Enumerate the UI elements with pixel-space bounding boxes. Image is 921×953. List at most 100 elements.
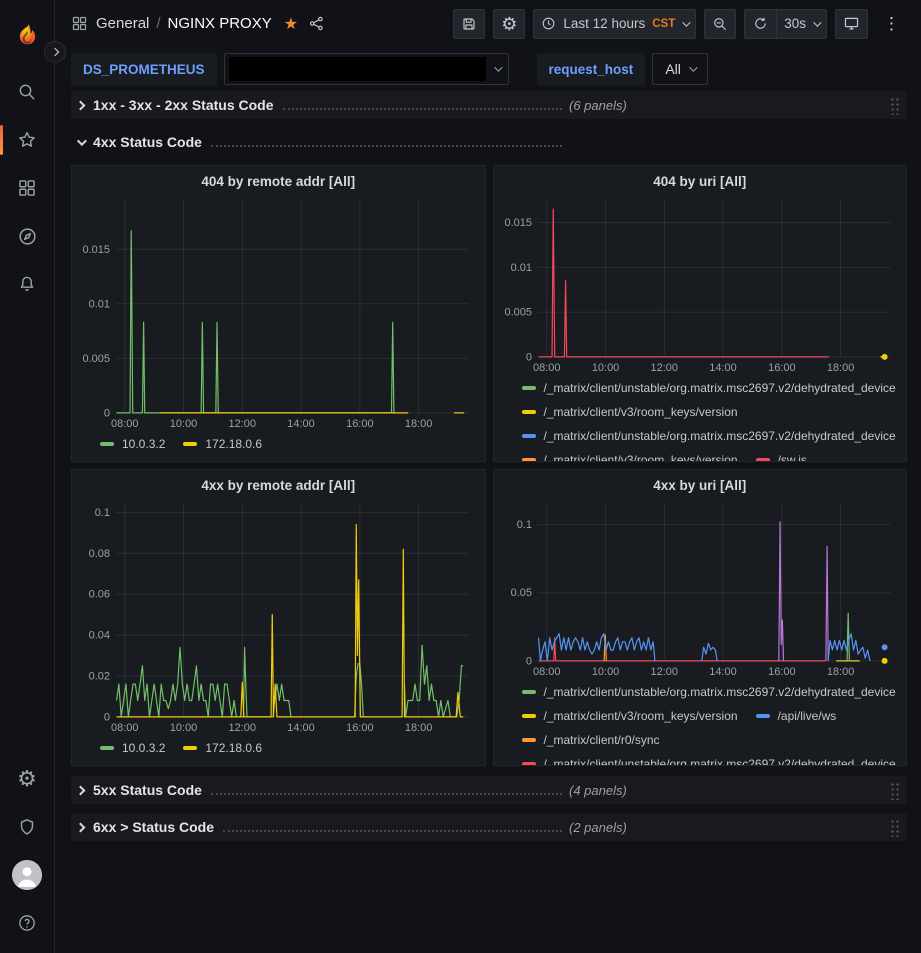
dashboard-settings-button[interactable]: ⚙ [493, 9, 525, 39]
sidebar-item-server-admin[interactable] [7, 807, 47, 847]
chevron-right-icon [76, 785, 86, 795]
legend-swatch-orange [522, 738, 536, 742]
save-dashboard-button[interactable] [453, 9, 485, 39]
legend-item[interactable]: /api/live/ws [756, 704, 837, 728]
time-range-picker[interactable]: Last 12 hours CST [533, 9, 696, 39]
refresh-button[interactable] [744, 9, 776, 39]
sidebar-item-search[interactable] [7, 72, 47, 112]
panel-title[interactable]: 404 by uri [All] [502, 174, 899, 194]
variables-bar: DS_PROMETHEUS request_host All [71, 47, 907, 91]
request-host-variable-dropdown[interactable]: All [652, 53, 708, 85]
dashboard-row-6xx[interactable]: 6xx > Status Code (2 panels) [71, 813, 907, 841]
panel-legend: 10.0.3.2 172.18.0.6 [80, 430, 477, 461]
refresh-interval-label: 30s [784, 16, 806, 31]
dashboard-row-1xx-3xx-2xx[interactable]: 1xx - 3xx - 2xx Status Code (6 panels) [71, 91, 907, 119]
svg-text:10:00: 10:00 [170, 722, 197, 734]
legend-item[interactable]: /sw.js [756, 448, 807, 461]
svg-text:12:00: 12:00 [650, 362, 677, 374]
legend-item[interactable]: 10.0.3.2 [100, 432, 165, 456]
chevron-down-icon [77, 136, 87, 146]
dashboard-row-4xx[interactable]: 4xx Status Code [71, 128, 907, 156]
timeseries-chart[interactable]: 08:0010:0012:0014:0016:0018:0000.050.1 [502, 498, 899, 678]
svg-text:08:00: 08:00 [111, 418, 138, 430]
legend-item[interactable]: /_matrix/client/unstable/org.matrix.msc2… [522, 680, 896, 704]
timeseries-chart[interactable]: 08:0010:0012:0014:0016:0018:0000.0050.01… [502, 194, 899, 374]
sidebar-item-help[interactable] [7, 903, 47, 943]
legend-item[interactable]: /_matrix/client/v3/room_keys/version [522, 704, 738, 728]
grafana-logo-icon [13, 20, 41, 48]
monitor-icon [843, 15, 860, 32]
legend-item[interactable]: 172.18.0.6 [183, 432, 262, 456]
favorite-star-icon[interactable]: ★ [284, 14, 298, 34]
svg-text:14:00: 14:00 [287, 722, 314, 734]
legend-swatch-red [522, 762, 536, 765]
legend-item[interactable]: 10.0.3.2 [100, 736, 165, 760]
legend-label: 172.18.0.6 [205, 741, 262, 755]
legend-item[interactable]: /_matrix/client/r0/sync [522, 728, 660, 752]
sidebar-expand-button[interactable] [44, 41, 66, 63]
legend-label: 10.0.3.2 [122, 437, 165, 451]
row-drag-handle[interactable] [890, 818, 899, 837]
sidebar: ⚙ [0, 0, 55, 953]
dotted-leader [283, 108, 562, 110]
row-panel-count: (2 panels) [569, 820, 627, 835]
svg-text:10:00: 10:00 [170, 418, 197, 430]
panel-title[interactable]: 4xx by uri [All] [502, 478, 899, 498]
row-left: 1xx - 3xx - 2xx Status Code [77, 97, 569, 113]
legend-label: /sw.js [778, 453, 807, 461]
panel-title[interactable]: 4xx by remote addr [All] [80, 478, 477, 498]
chevron-right-icon [76, 822, 86, 832]
refresh-icon [753, 16, 768, 31]
svg-text:0: 0 [104, 711, 110, 723]
row-left: 4xx Status Code [77, 134, 569, 150]
tv-mode-button[interactable] [835, 9, 868, 39]
zoom-out-button[interactable] [704, 9, 736, 39]
sidebar-item-alerting[interactable] [7, 264, 47, 304]
grafana-logo[interactable] [7, 14, 47, 54]
zoom-out-icon [712, 16, 728, 32]
svg-text:0.06: 0.06 [89, 589, 110, 601]
legend-swatch-blue [522, 434, 536, 438]
chevron-down-icon [682, 18, 690, 26]
timeseries-chart[interactable]: 08:0010:0012:0014:0016:0018:0000.020.040… [80, 498, 477, 734]
sidebar-item-profile[interactable] [7, 855, 47, 895]
legend-item[interactable]: /_matrix/client/unstable/org.matrix.msc2… [522, 424, 896, 448]
legend-item[interactable]: /_matrix/client/v3/room_keys/version [522, 448, 738, 461]
svg-text:0.05: 0.05 [510, 587, 531, 599]
svg-text:0.1: 0.1 [95, 507, 110, 519]
svg-text:12:00: 12:00 [229, 722, 256, 734]
breadcrumb-section[interactable]: General [96, 15, 149, 32]
share-icon[interactable] [308, 15, 325, 32]
svg-text:0.1: 0.1 [516, 519, 531, 531]
legend-item[interactable]: /_matrix/client/unstable/org.matrix.msc2… [522, 376, 896, 400]
legend-swatch-yellow [522, 714, 536, 718]
sidebar-item-dashboards[interactable] [7, 168, 47, 208]
legend-label: /_matrix/client/unstable/org.matrix.msc2… [544, 381, 896, 395]
datasource-variable-dropdown[interactable] [224, 53, 509, 85]
toolbar-right: ⚙ Last 12 hours CST [453, 9, 907, 39]
request-host-variable-label: request_host [537, 53, 646, 85]
legend-label: /_matrix/client/unstable/org.matrix.msc2… [544, 685, 896, 699]
legend-item[interactable]: 172.18.0.6 [183, 736, 262, 760]
refresh-interval-dropdown[interactable]: 30s [776, 9, 827, 39]
redacted-value [229, 57, 486, 81]
dashboard-title[interactable]: NGINX PROXY [168, 15, 272, 32]
sidebar-item-settings[interactable]: ⚙ [7, 759, 47, 799]
legend-swatch-green [100, 746, 114, 750]
sidebar-item-explore[interactable] [7, 216, 47, 256]
legend-item[interactable]: /_matrix/client/v3/room_keys/version [522, 400, 738, 424]
panel-legend: 10.0.3.2 172.18.0.6 [80, 734, 477, 765]
more-options-kebab[interactable]: ⋮ [876, 9, 907, 39]
svg-text:0.01: 0.01 [89, 298, 110, 310]
row-title: 1xx - 3xx - 2xx Status Code [93, 97, 274, 113]
panel-title[interactable]: 404 by remote addr [All] [80, 174, 477, 194]
legend-item[interactable]: /_matrix/client/unstable/org.matrix.msc2… [522, 752, 896, 765]
panel-404-by-remote-addr: 404 by remote addr [All] 08:0010:0012:00… [71, 165, 486, 462]
timeseries-chart[interactable]: 08:0010:0012:0014:0016:0018:0000.0050.01… [80, 194, 477, 430]
row-drag-handle[interactable] [890, 781, 899, 800]
chevron-right-icon [51, 48, 59, 56]
dashboard-row-5xx[interactable]: 5xx Status Code (4 panels) [71, 776, 907, 804]
row-drag-handle[interactable] [890, 96, 899, 115]
sidebar-item-starred[interactable] [7, 120, 47, 160]
chevron-down-icon [494, 63, 502, 71]
